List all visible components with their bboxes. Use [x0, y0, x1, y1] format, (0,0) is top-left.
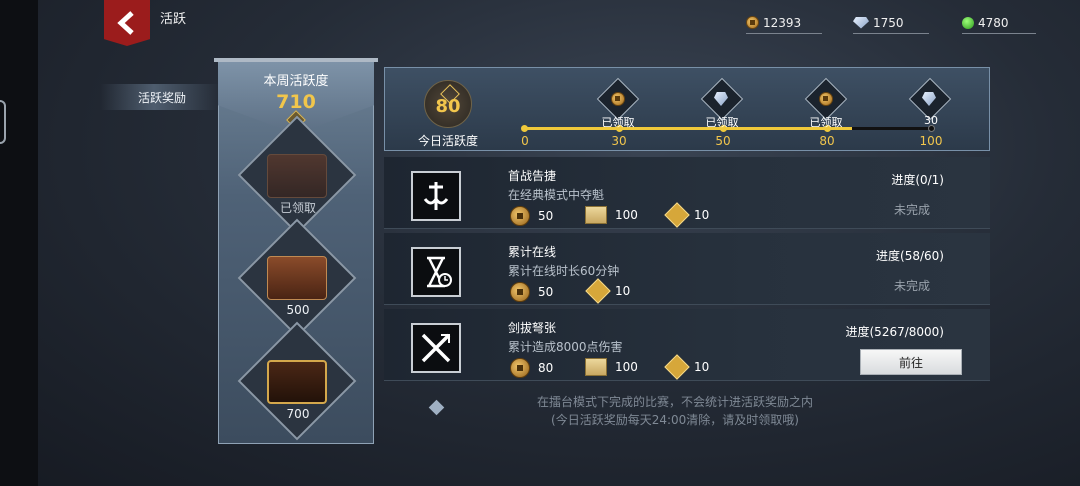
coin-icon	[510, 282, 530, 302]
reward-item: 10	[585, 278, 631, 304]
currency-jade-value: 4780	[978, 15, 1009, 30]
scroll-icon	[585, 358, 607, 376]
reward-amount: 10	[694, 208, 710, 222]
task-row: 首战告捷 在经典模式中夺魁 50 100 10 进度(0/1) 未完成	[384, 157, 990, 229]
footer-note-reset: (今日活跃奖励每天24:00清除，请及时领取哦)	[551, 413, 799, 427]
task-name: 首战告捷	[508, 169, 557, 183]
chest-3-label: 700	[286, 407, 310, 421]
currency-jade: 4780	[962, 14, 1036, 34]
coin-reward-icon	[819, 92, 833, 106]
edge-notch	[0, 100, 6, 144]
today-activity-value: 80	[435, 96, 461, 117]
task-progress: 进度(0/1)	[891, 173, 944, 187]
milestone-80-status: 已领取	[809, 116, 843, 129]
activity-badge-icon	[664, 202, 690, 228]
scroll-icon	[585, 206, 607, 224]
task-desc: 在经典模式中夺魁	[508, 188, 605, 202]
copper-coin-icon	[746, 16, 759, 29]
tick-label: 80	[819, 134, 835, 148]
reward-item: 50	[510, 282, 553, 302]
reward-amount: 50	[538, 285, 554, 299]
chest-2-label: 500	[286, 303, 310, 317]
task-desc: 累计造成8000点伤害	[508, 340, 623, 354]
sidebar-item-label: 活跃奖励	[138, 90, 187, 105]
tick-label: 100	[919, 134, 943, 148]
weekly-label: 本周活跃度	[263, 74, 329, 89]
crossed-weapons-icon	[411, 323, 461, 373]
tick-label: 50	[715, 134, 731, 148]
currency-copper-value: 12393	[763, 15, 802, 30]
task-status: 未完成	[893, 279, 930, 293]
back-button[interactable]	[104, 0, 150, 46]
reward-item: 10	[664, 202, 710, 228]
milestone-30-status: 已领取	[601, 116, 635, 129]
milestone-100-status: 30	[924, 114, 938, 127]
task-desc: 累计在线时长60分钟	[508, 264, 620, 278]
task-name: 剑拔弩张	[508, 321, 557, 335]
go-button[interactable]: 前往	[860, 349, 962, 375]
reward-amount: 100	[615, 360, 638, 374]
chevron-left-icon	[117, 11, 134, 35]
jade-icon	[962, 16, 974, 29]
reward-item: 10	[664, 354, 710, 380]
hourglass-icon	[411, 247, 461, 297]
reward-amount: 10	[615, 284, 631, 298]
page-title: 活跃	[160, 12, 187, 27]
task-progress: 进度(58/60)	[876, 249, 944, 263]
currency-copper: 12393	[746, 14, 822, 34]
coin-icon	[510, 206, 530, 226]
footer-note: 在擂台模式下完成的比赛，不会统计进活跃奖励之内	[536, 395, 813, 409]
reward-amount: 50	[538, 209, 554, 223]
reward-item: 100	[585, 206, 638, 224]
device-edge	[0, 0, 38, 486]
reward-amount: 80	[538, 361, 554, 375]
silver-ingot-icon	[853, 16, 869, 29]
task-progress: 进度(5267/8000)	[845, 325, 945, 339]
victory-icon	[411, 171, 461, 221]
reward-item: 100	[585, 358, 638, 376]
task-name: 累计在线	[508, 245, 557, 259]
tick-label: 30	[611, 134, 627, 148]
tick-dot	[521, 125, 528, 132]
sidebar-item-activity-rewards[interactable]: 活跃奖励	[100, 84, 220, 110]
chest-icon	[267, 360, 327, 404]
reward-item: 80	[510, 358, 553, 378]
currency-silver: 1750	[853, 14, 929, 34]
diamond-icon	[428, 399, 445, 416]
today-activity-label: 今日活跃度	[417, 134, 478, 148]
chest-icon	[267, 256, 327, 300]
reward-amount: 10	[694, 360, 710, 374]
coin-reward-icon	[611, 92, 625, 106]
activity-badge-icon	[664, 354, 690, 380]
task-status: 未完成	[893, 203, 930, 217]
task-row: 剑拔弩张 累计造成8000点伤害 80 100 10 进度(5267/8000)…	[384, 309, 990, 381]
reward-item: 50	[510, 206, 553, 226]
milestone-50-status: 已领取	[705, 116, 739, 129]
activity-badge-icon	[585, 278, 611, 304]
coin-icon	[510, 358, 530, 378]
chest-1-label: 已领取	[279, 201, 316, 215]
currency-silver-value: 1750	[873, 15, 904, 30]
chest-icon	[267, 154, 327, 198]
task-row: 累计在线 累计在线时长60分钟 50 10 进度(58/60) 未完成	[384, 233, 990, 305]
weekly-panel-top-bar	[214, 58, 378, 62]
tick-label: 0	[521, 134, 529, 148]
reward-amount: 100	[615, 208, 638, 222]
